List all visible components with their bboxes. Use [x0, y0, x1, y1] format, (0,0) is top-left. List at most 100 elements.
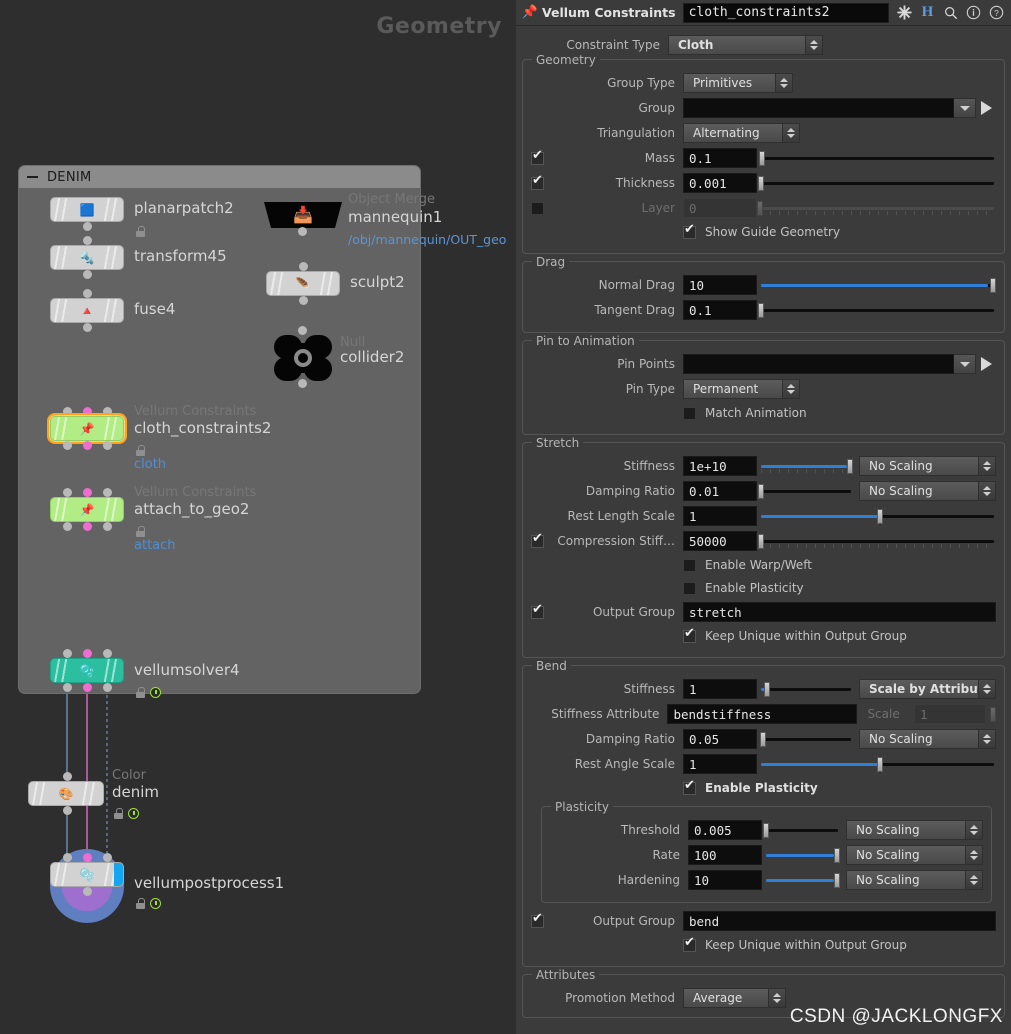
plasticity-hardening-row[interactable]: Hardening 10 No Scaling — [550, 869, 983, 891]
plasticity-hardening-scaling-select[interactable]: No Scaling — [846, 870, 983, 890]
pin-type-row[interactable]: Pin Type Permanent — [531, 378, 996, 400]
node-planarpatch2[interactable]: 🟦 planarpatch2 — [50, 197, 234, 237]
node-tile-null[interactable] — [274, 335, 332, 381]
bend-output-group-checkbox[interactable] — [531, 912, 544, 928]
pin-points-row[interactable]: Pin Points — [531, 353, 996, 375]
collapse-icon[interactable] — [27, 176, 38, 178]
rest-angle-scale-input[interactable]: 1 — [683, 754, 757, 774]
node-transform45[interactable]: 🔩 transform45 — [50, 236, 227, 279]
node-input-port[interactable] — [83, 236, 92, 245]
node-tile[interactable]: 🟦 — [50, 197, 124, 222]
node-input-port[interactable] — [103, 488, 112, 497]
layer-input[interactable]: 0 — [683, 198, 757, 218]
triangulation-row[interactable]: Triangulation Alternating — [531, 122, 996, 144]
bend-keep-unique-row[interactable]: Keep Unique within Output Group — [531, 935, 996, 955]
group-row[interactable]: Group — [531, 97, 996, 119]
chevron-down-icon[interactable] — [954, 354, 976, 374]
group-input[interactable] — [683, 98, 954, 118]
pin-points-picker-icon[interactable] — [976, 357, 996, 371]
bend-damping-input[interactable]: 0.05 — [683, 729, 757, 749]
node-output-port[interactable] — [83, 887, 92, 896]
bend-stiffness-attribute-input[interactable]: bendstiffness — [667, 704, 858, 724]
node-vellumsolver4[interactable]: 🫧 vellumsolver4 — [50, 649, 240, 698]
plasticity-rate-row[interactable]: Rate 100 No Scaling — [550, 844, 983, 866]
slider-handle[interactable] — [758, 303, 764, 318]
display-flag-icon[interactable] — [150, 687, 161, 698]
bend-stiffness-attribute-row[interactable]: Stiffness Attribute bendstiffness Scale … — [531, 703, 996, 725]
match-animation-row[interactable]: Match Animation — [531, 403, 996, 423]
node-output-port[interactable] — [63, 683, 72, 692]
node-output-port[interactable] — [63, 806, 72, 815]
node-input-port[interactable] — [83, 649, 92, 658]
node-input-port[interactable] — [103, 407, 112, 416]
layer-checkbox[interactable] — [531, 201, 544, 215]
node-flags[interactable] — [136, 687, 161, 698]
node-vellumpostprocess1[interactable]: 🫧 vellumpostprocess1 — [50, 849, 284, 923]
info-icon[interactable] — [963, 2, 984, 23]
group-picker-icon[interactable] — [976, 101, 996, 115]
stretch-stiffness-scaling-select[interactable]: No Scaling — [859, 456, 996, 476]
slider-handle[interactable] — [758, 484, 764, 499]
node-input-port[interactable] — [63, 649, 72, 658]
node-tile[interactable]: 🪶 — [266, 271, 340, 296]
gear-icon[interactable] — [894, 2, 915, 23]
slider-handle[interactable] — [834, 848, 840, 863]
node-input-port[interactable] — [63, 407, 72, 416]
node-tile[interactable]: 📌 — [47, 413, 127, 444]
node-tile[interactable]: 📌 — [50, 497, 124, 522]
tangent-drag-row[interactable]: Tangent Drag 0.1 — [531, 299, 996, 321]
thickness-slider[interactable] — [757, 173, 996, 193]
node-input-port[interactable] — [63, 853, 72, 862]
node-output-port[interactable] — [103, 683, 112, 692]
stretch-enable-plasticity-checkbox[interactable] — [683, 581, 696, 595]
node-input-port[interactable] — [83, 289, 92, 298]
display-flag-icon[interactable] — [150, 898, 161, 909]
lock-icon[interactable] — [136, 687, 145, 698]
node-output-port[interactable] — [298, 227, 307, 236]
bend-output-group-row[interactable]: Output Group bend — [531, 910, 996, 932]
rest-length-scale-row[interactable]: Rest Length Scale 1 — [531, 505, 996, 527]
constraint-type-select[interactable]: Cloth — [668, 35, 823, 55]
node-flags[interactable] — [136, 445, 145, 456]
stepper-arrows-icon[interactable] — [768, 989, 785, 1007]
stretch-keep-unique-checkbox[interactable] — [683, 627, 696, 643]
node-input-port[interactable] — [83, 853, 92, 862]
lock-icon[interactable] — [136, 898, 145, 909]
slider-handle[interactable] — [757, 201, 763, 216]
network-editor-pane[interactable]: Geometry DENIM 🟦 planarpatch2 🔩 transfor… — [0, 0, 516, 1034]
plasticity-threshold-input[interactable]: 0.005 — [688, 820, 762, 840]
bend-stiffness-input[interactable]: 1 — [683, 679, 757, 699]
lock-icon[interactable] — [136, 526, 145, 537]
stretch-output-group-row[interactable]: Output Group stretch — [531, 601, 996, 623]
slider-handle[interactable] — [834, 873, 840, 888]
node-flags[interactable] — [136, 226, 145, 237]
node-output-port[interactable] — [83, 323, 92, 332]
node-input-port[interactable] — [103, 853, 112, 862]
stretch-stiffness-row[interactable]: Stiffness 1e+10 No Scaling — [531, 455, 996, 477]
thickness-input[interactable]: 0.001 — [683, 173, 757, 193]
plasticity-rate-input[interactable]: 100 — [688, 845, 762, 865]
node-input-port[interactable] — [103, 649, 112, 658]
compression-stiffness-slider[interactable] — [757, 531, 996, 551]
node-flags[interactable] — [114, 808, 139, 819]
slider-handle[interactable] — [847, 459, 853, 474]
network-box-header[interactable]: DENIM — [19, 166, 420, 188]
bend-enable-plasticity-row[interactable]: Enable Plasticity — [531, 778, 996, 798]
node-output-port[interactable] — [83, 522, 92, 531]
node-output-port[interactable] — [83, 270, 92, 279]
chevron-down-icon[interactable] — [954, 98, 976, 118]
pin-type-select[interactable]: Permanent — [683, 379, 800, 399]
show-guide-geometry-checkbox[interactable] — [683, 223, 696, 239]
bend-scale-input[interactable]: 1 — [914, 704, 986, 724]
group-type-row[interactable]: Group Type Primitives — [531, 72, 996, 94]
stepper-arrows-icon[interactable] — [965, 871, 982, 889]
stretch-stiffness-input[interactable]: 1e+10 — [683, 456, 757, 476]
slider-handle[interactable] — [758, 534, 764, 549]
node-attach-to-geo2[interactable]: 📌 Vellum Constraints attach_to_geo2 atta… — [50, 485, 256, 553]
slider-handle[interactable] — [876, 509, 883, 524]
node-flags[interactable] — [136, 526, 145, 537]
node-fuse4[interactable]: 🔺 fuse4 — [50, 289, 175, 332]
slider-handle[interactable] — [990, 707, 996, 722]
node-collider2[interactable]: Null collider2 — [274, 326, 404, 388]
lock-icon[interactable] — [114, 808, 123, 819]
